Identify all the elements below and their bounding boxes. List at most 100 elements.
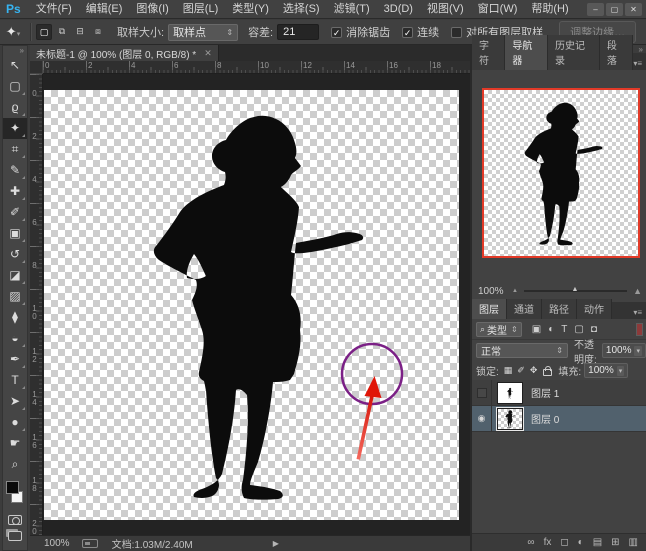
layer-name[interactable]: 图层 0 (531, 411, 559, 426)
document-tab[interactable]: 未标题-1 @ 100% (图层 0, RGB/8) * ✕ (30, 45, 219, 61)
filter-type-layers-icon[interactable]: T (561, 324, 567, 335)
lock-all-icon[interactable] (543, 369, 552, 376)
panel-menu-icon[interactable]: ▾≡ (633, 59, 646, 70)
menu-help[interactable]: 帮助(H) (524, 0, 575, 19)
layer-row-0[interactable]: ◉ 图层 0 (472, 406, 646, 432)
contiguous-checkbox[interactable]: ✓ (402, 27, 413, 38)
tab-actions[interactable]: 动作 (577, 299, 612, 319)
zoom-in-icon[interactable]: ▲ (633, 286, 642, 296)
shape-tool[interactable]: ● (3, 412, 27, 433)
lock-position-icon[interactable]: ✥ (530, 365, 538, 376)
quick-mask-button[interactable] (8, 515, 22, 525)
menu-view[interactable]: 视图(V) (420, 0, 471, 19)
filter-adjustment-layers-icon[interactable]: ◐ (548, 324, 554, 335)
sample-size-dropdown[interactable]: 取样点⇕ (168, 24, 238, 41)
status-flyout-icon[interactable]: ▶ (273, 539, 279, 548)
delete-layer-icon[interactable]: ▥ (629, 534, 638, 551)
anti-alias-checkbox[interactable]: ✓ (331, 27, 342, 38)
lock-pixels-icon[interactable]: ✐ (517, 365, 525, 376)
tab-paragraph[interactable]: 段落 (600, 35, 633, 70)
canvas-pasteboard[interactable] (43, 74, 470, 535)
slider-thumb-icon[interactable]: ▲ (572, 286, 579, 293)
menu-window[interactable]: 窗口(W) (471, 0, 525, 19)
layer-row-1[interactable]: ◉ 图层 1 (472, 380, 646, 406)
zoom-out-icon[interactable]: ▲ (512, 288, 518, 294)
new-group-icon[interactable]: ▤ (593, 534, 602, 551)
layer-effects-icon[interactable]: fx (544, 534, 552, 551)
opacity-dropdown[interactable]: 100% ▾ (602, 343, 646, 358)
visibility-toggle[interactable]: ◉ (472, 380, 492, 406)
menu-layer[interactable]: 图层(L) (176, 0, 225, 19)
history-brush-tool[interactable]: ↺ (3, 244, 27, 265)
filter-shape-layers-icon[interactable]: ▢ (574, 324, 583, 335)
menu-image[interactable]: 图像(I) (129, 0, 175, 19)
new-layer-icon[interactable]: ⊞ (611, 534, 619, 551)
menu-type[interactable]: 类型(Y) (225, 0, 276, 19)
adjustment-layer-icon[interactable]: ◐ (578, 534, 584, 551)
tab-character[interactable]: 字符 (472, 35, 505, 70)
screen-mode-button[interactable] (8, 531, 22, 541)
layer-thumbnail[interactable] (497, 408, 523, 430)
zoom-tool[interactable]: ⌕ (3, 454, 27, 475)
menu-file[interactable]: 文件(F) (29, 0, 79, 19)
panel-menu-icon[interactable]: ▾≡ (633, 308, 646, 319)
filter-smart-objects-icon[interactable]: ◘ (591, 324, 597, 335)
filter-toggle-icon[interactable] (636, 323, 643, 336)
menu-edit[interactable]: 编辑(E) (79, 0, 130, 19)
minimize-button[interactable]: – (587, 3, 604, 16)
tab-navigator[interactable]: 导航器 (505, 35, 548, 70)
lasso-tool[interactable]: ϱ (3, 97, 27, 118)
pen-tool[interactable]: ✒ (3, 349, 27, 370)
layer-thumbnail[interactable] (497, 382, 523, 404)
clone-stamp-tool[interactable]: ▣ (3, 223, 27, 244)
tab-history[interactable]: 历史记录 (548, 35, 600, 70)
maximize-button[interactable]: ▢ (606, 3, 623, 16)
brush-tool[interactable]: ✐ (3, 202, 27, 223)
fill-dropdown[interactable]: 100% ▾ (584, 363, 628, 378)
document-canvas[interactable] (44, 90, 459, 520)
tab-layers[interactable]: 图层 (472, 299, 507, 319)
menu-3d[interactable]: 3D(D) (377, 0, 420, 19)
crop-tool[interactable]: ⌗ (3, 139, 27, 160)
filter-pixel-layers-icon[interactable]: ▣ (532, 324, 541, 335)
hand-tool[interactable]: ☛ (3, 433, 27, 454)
toolbox-collapse-icon[interactable]: » (3, 46, 27, 55)
filter-kind-dropdown[interactable]: ⌕ 类型 ⇕ (476, 322, 522, 337)
tolerance-input[interactable] (283, 26, 313, 38)
foreground-color-swatch[interactable] (6, 481, 19, 494)
visibility-toggle[interactable]: ◉ (472, 406, 492, 432)
current-tool-icon[interactable]: ✦▾ (0, 24, 26, 40)
contiguous-option[interactable]: ✓ 连续 (402, 24, 439, 40)
tab-close-icon[interactable]: ✕ (204, 48, 212, 59)
anti-alias-option[interactable]: ✓ 消除锯齿 (331, 24, 390, 40)
navigator-zoom-slider[interactable]: ▲ (524, 290, 627, 292)
layer-name[interactable]: 图层 1 (531, 385, 559, 400)
status-zoom-level[interactable]: 100% (44, 538, 70, 549)
path-selection-tool[interactable]: ➤ (3, 391, 27, 412)
blur-tool[interactable]: ⧫ (3, 307, 27, 328)
navigator-preview[interactable] (482, 88, 640, 258)
add-to-selection-mode-button[interactable]: ⧉ (54, 24, 70, 40)
dodge-tool[interactable]: ◒ (3, 328, 27, 349)
eraser-tool[interactable]: ◪ (3, 265, 27, 286)
add-mask-icon[interactable]: ◻ (560, 534, 568, 551)
subtract-selection-mode-button[interactable]: ⊟ (72, 24, 88, 40)
intersect-selection-mode-button[interactable]: ⧈ (90, 24, 106, 40)
tab-paths[interactable]: 路径 (542, 299, 577, 319)
move-tool[interactable]: ↖ (3, 55, 27, 76)
sample-all-layers-checkbox[interactable]: ✓ (451, 27, 462, 38)
magic-wand-tool[interactable]: ✦ (3, 118, 27, 139)
healing-brush-tool[interactable]: ✚ (3, 181, 27, 202)
blend-mode-dropdown[interactable]: 正常 ⇕ (476, 343, 568, 358)
menu-select[interactable]: 选择(S) (276, 0, 327, 19)
gradient-tool[interactable]: ▨ (3, 286, 27, 307)
tab-channels[interactable]: 通道 (507, 299, 542, 319)
link-layers-icon[interactable]: ∞ (527, 534, 534, 551)
close-button[interactable]: ✕ (625, 3, 642, 16)
new-selection-mode-button[interactable]: ▢ (36, 24, 52, 40)
navigator-zoom-value[interactable]: 100% (478, 286, 512, 297)
type-tool[interactable]: T (3, 370, 27, 391)
lock-transparency-icon[interactable]: ▦ (504, 365, 513, 376)
ruler-origin-corner[interactable] (30, 61, 43, 74)
menu-filter[interactable]: 滤镜(T) (327, 0, 377, 19)
